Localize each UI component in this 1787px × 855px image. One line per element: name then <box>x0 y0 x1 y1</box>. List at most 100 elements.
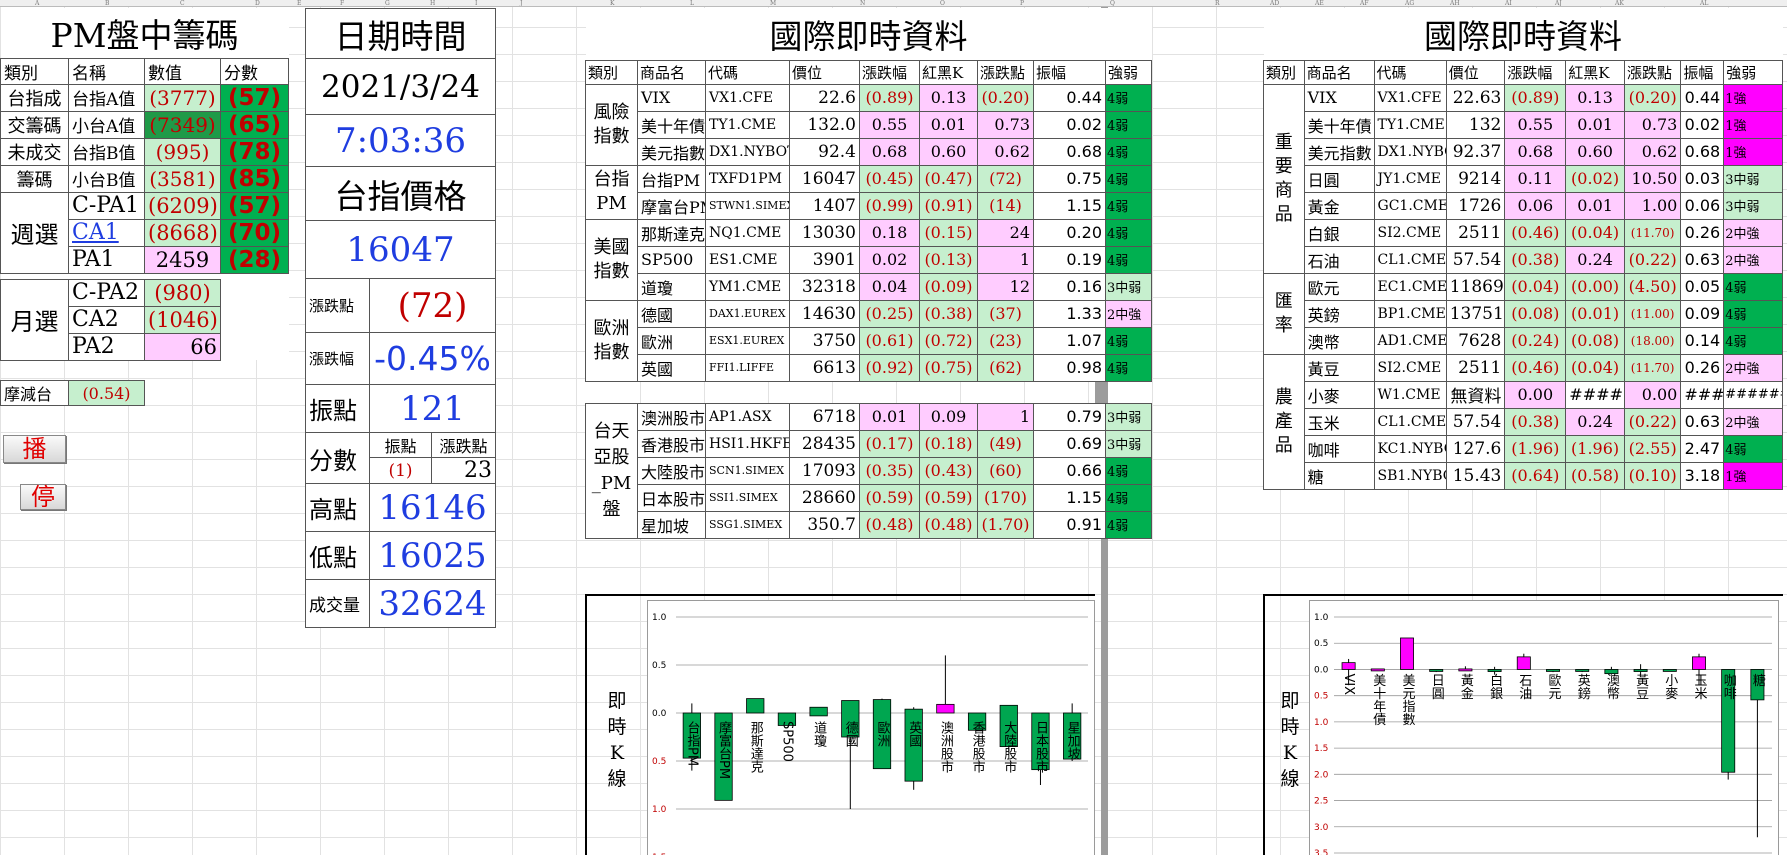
table-row: 美元指數DX1.NYBOT92.370.680.600.620.681強 <box>1264 137 1783 166</box>
column-letter[interactable]: L <box>690 0 694 6</box>
column-letter[interactable]: AK <box>1615 0 1624 6</box>
price-value: 16047 <box>304 220 497 279</box>
item-points: (49) <box>977 429 1034 458</box>
item-points: (37) <box>977 299 1034 328</box>
table-row: 石油 CL1.CME 57.54 (0.38) 0.24 (0.22) 0.63 2中強 <box>1264 245 1783 274</box>
column-letter[interactable]: J <box>520 0 522 6</box>
column-header: 漲跌點 <box>977 59 1034 85</box>
item-name: 黃金 <box>1303 191 1375 220</box>
stop-button[interactable]: 停 <box>20 484 66 510</box>
score-amp-value: (1) <box>369 457 432 484</box>
item-code: DX1.NYBOT <box>1373 137 1447 166</box>
item-code: VX1.CFE <box>1373 83 1447 112</box>
item-strength: 2中強 <box>1723 407 1783 436</box>
item-points: (14) <box>977 191 1034 220</box>
item-points: 0.00 <box>1623 380 1682 409</box>
item-price: 3901 <box>789 245 860 274</box>
item-amplitude: 0.66 <box>1033 456 1106 485</box>
column-letter[interactable]: AH <box>1450 0 1460 6</box>
item-code: TY1.CME <box>705 110 790 139</box>
category-label: 美國指數 <box>585 218 638 301</box>
item-amplitude: 3.18 <box>1680 461 1725 490</box>
table-row: 咖啡KC1.NYBOT127.6(1.96)(1.96)(2.55)2.474弱 <box>1264 434 1783 463</box>
item-code: CL1.CME <box>1373 407 1447 436</box>
column-letter[interactable]: K <box>610 0 614 6</box>
column-letter[interactable]: H <box>430 0 435 6</box>
y-tick-label: 0.0 <box>1314 665 1329 675</box>
item-amplitude: 0.03 <box>1680 164 1725 193</box>
kline-chart-area-right: 即時K線 1.0 0.5 0.0 0.5 1.0 1.5 2.0 2.5 3.0 3.5 VIX 美十… <box>1263 594 1783 855</box>
play-button[interactable]: 播 <box>3 435 66 463</box>
column-letter[interactable]: I <box>475 0 477 6</box>
item-points: (0.22) <box>1623 407 1682 436</box>
category-label: 澳幣 <box>1604 673 1620 700</box>
change-pct-value: -0.45% <box>368 332 497 385</box>
table-row: 國際即時資料 <box>585 8 1152 61</box>
item-name: 玉米 <box>1303 407 1375 436</box>
table-row: 玉米 CL1.CME 57.54 (0.38) 0.24 (0.22) 0.63 2中強 <box>1264 407 1783 436</box>
item-pct: (0.59) <box>859 483 920 512</box>
column-letter[interactable]: AL <box>1700 0 1708 6</box>
column-letter[interactable]: R <box>1215 0 1220 6</box>
column-letter[interactable]: A <box>35 0 39 6</box>
item-amplitude: 1.15 <box>1033 483 1106 512</box>
column-letter[interactable]: Q <box>1110 0 1115 6</box>
item-price: 9214 <box>1445 164 1506 193</box>
item-points: (62) <box>977 353 1034 382</box>
item-points: (11.70) <box>1623 218 1682 247</box>
item-code: HSI1.HKFE <box>705 429 790 458</box>
item-pct: (0.92) <box>859 353 920 382</box>
item-pct: (0.46) <box>1504 353 1567 382</box>
item-name: 歐洲 <box>637 326 706 355</box>
item-kbar: (0.08) <box>1565 326 1625 355</box>
column-letter[interactable]: M <box>770 0 776 6</box>
column-header: 數值 <box>144 57 221 85</box>
item-strength: 2中強 <box>1104 299 1153 328</box>
column-letter[interactable]: E <box>297 0 301 6</box>
column-letter[interactable]: F <box>340 0 344 6</box>
kline-label: 即時K線 <box>607 690 627 790</box>
table-row: 美元指數 DX1.NYBOT 92.4 0.68 0.60 0.62 0.68 4弱 <box>586 137 1153 166</box>
column-letter[interactable]: O <box>940 0 945 6</box>
item-score: (57) <box>220 191 289 220</box>
item-strength: 4弱 <box>1104 245 1153 274</box>
column-letter[interactable]: N <box>860 0 865 6</box>
item-name: 摩富台PM <box>637 191 706 220</box>
item-name: 小台A值 <box>68 110 145 139</box>
column-letter[interactable]: P <box>1020 0 1024 6</box>
item-kbar: 0.13 <box>1565 83 1625 112</box>
item-name: 星加坡 <box>637 510 706 539</box>
column-letter[interactable]: AF <box>1360 0 1369 6</box>
volume-label: 成交量 <box>305 579 370 628</box>
column-letter[interactable]: AJ <box>1555 0 1562 6</box>
empty-cell <box>220 306 289 333</box>
column-letter[interactable]: G <box>385 0 390 6</box>
table-row: 日圓 JY1.CME 9214 0.11 (0.02) 10.50 0.03 3中弱 <box>1264 164 1783 193</box>
category-label: 道瓊 <box>811 721 827 747</box>
item-value: 66 <box>144 332 221 361</box>
column-letter[interactable]: B <box>105 0 109 6</box>
kline-candle <box>1400 637 1414 670</box>
column-letter[interactable]: AI <box>1505 0 1512 6</box>
column-letter[interactable]: AG <box>1405 0 1414 6</box>
column-letter[interactable]: C <box>180 0 185 6</box>
y-tick-label: 1.5 <box>1314 744 1328 754</box>
y-tick-label: 3.0 <box>1314 823 1329 833</box>
item-kbar: (0.48) <box>919 510 978 539</box>
pm-chips-panel: PM盤中籌碼 類別 名稱 數值 分數 台指成 台指A值 (3777) (57) 交籌碼 小台A值 (7… <box>0 8 289 361</box>
item-amplitude: 0.79 <box>1033 402 1106 431</box>
item-kbar: (0.72) <box>919 326 978 355</box>
volume-value: 32624 <box>368 579 497 628</box>
y-tick-label: 2.5 <box>1314 797 1328 807</box>
category-label: 台指PM <box>585 164 638 220</box>
ca1-link[interactable]: CA1 <box>68 218 145 247</box>
column-letter[interactable]: D <box>255 0 260 6</box>
column-header-bar: A B C D E F G H I J K L M N O P Q R AD AE AF AG AH AI AJ AK AL <box>0 0 1787 7</box>
column-letter[interactable]: AD <box>1270 0 1279 6</box>
item-strength: 4弱 <box>1104 191 1153 220</box>
item-kbar: (0.00) <box>1565 272 1625 301</box>
kline-chart-left: 1.00.50.00.51.01.5台指PM摩富台PM那斯達克SP500道瓊德國… <box>647 600 1095 855</box>
item-kbar: (0.01) <box>1565 299 1625 328</box>
item-pct: (0.17) <box>859 429 920 458</box>
column-letter[interactable]: AE <box>1315 0 1324 6</box>
